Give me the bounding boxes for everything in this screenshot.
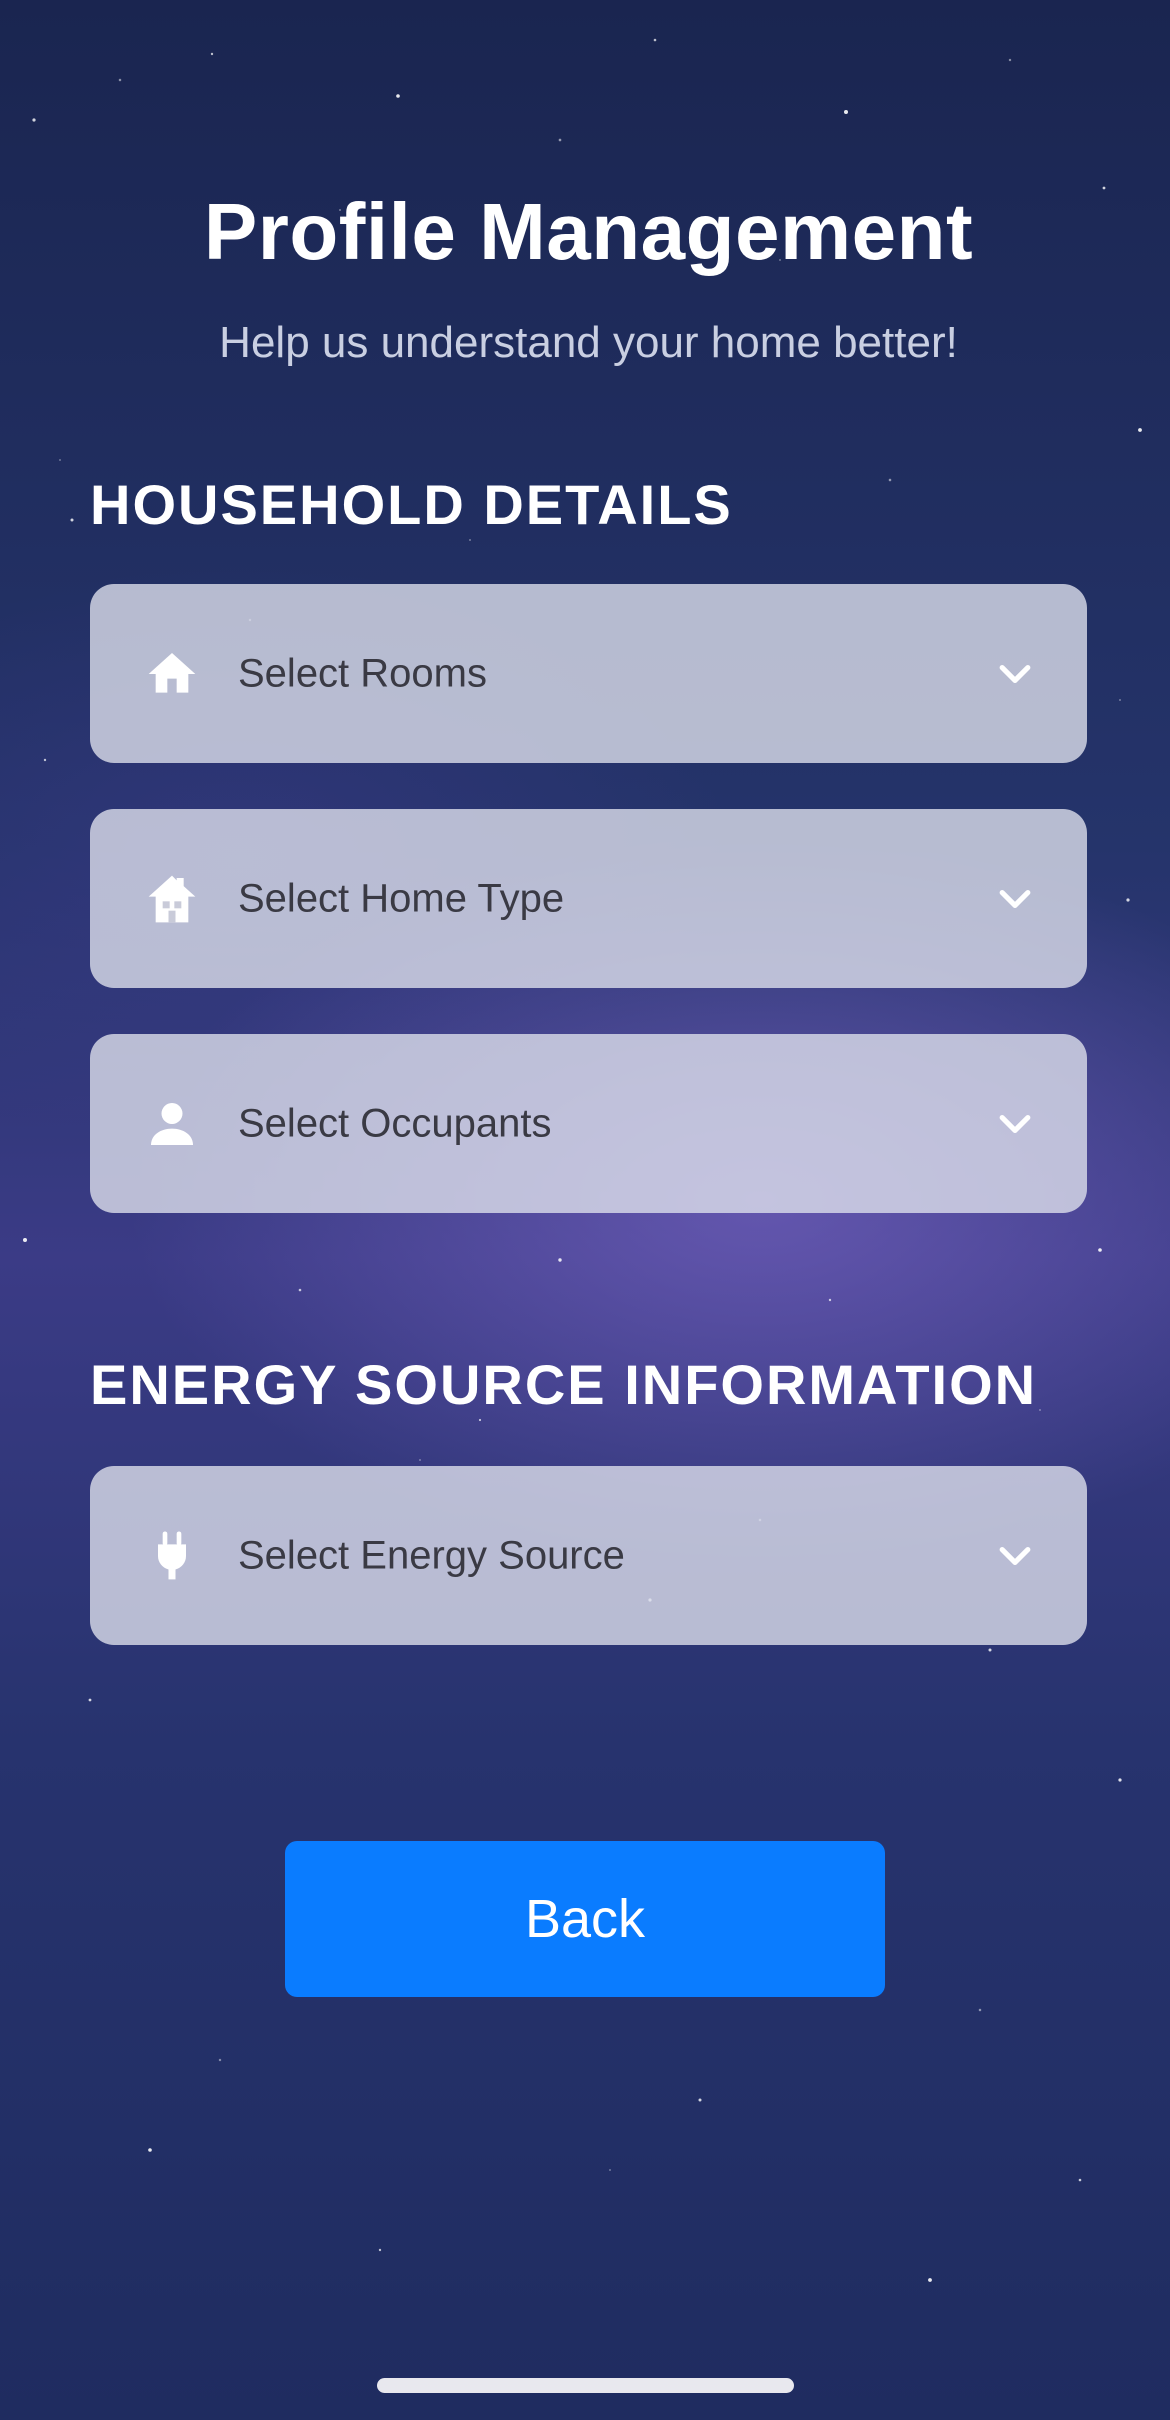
rooms-dropdown-label: Select Rooms bbox=[238, 651, 487, 695]
plug-icon bbox=[140, 1524, 204, 1588]
page-title: Profile Management bbox=[203, 187, 974, 276]
back-button[interactable]: Back bbox=[285, 1841, 885, 1997]
chevron-down-icon bbox=[999, 664, 1031, 683]
home-indicator[interactable] bbox=[377, 2378, 794, 2393]
household-details-heading: HOUSEHOLD DETAILS bbox=[90, 473, 733, 536]
chevron-down-icon bbox=[999, 1546, 1031, 1565]
energy-source-dropdown[interactable]: Select Energy Source bbox=[90, 1466, 1087, 1645]
chevron-down-icon bbox=[999, 1114, 1031, 1133]
home-icon bbox=[140, 642, 204, 706]
home-type-dropdown[interactable]: Select Home Type bbox=[90, 809, 1087, 988]
occupants-dropdown[interactable]: Select Occupants bbox=[90, 1034, 1087, 1213]
rooms-dropdown[interactable]: Select Rooms bbox=[90, 584, 1087, 763]
occupants-dropdown-label: Select Occupants bbox=[238, 1101, 552, 1145]
person-icon bbox=[140, 1092, 204, 1156]
energy-source-heading: ENERGY SOURCE INFORMATION bbox=[90, 1353, 1038, 1416]
energy-source-dropdown-label: Select Energy Source bbox=[238, 1533, 625, 1577]
page-subtitle: Help us understand your home better! bbox=[219, 318, 958, 367]
chevron-down-icon bbox=[999, 889, 1031, 908]
house-building-icon bbox=[140, 867, 204, 931]
home-type-dropdown-label: Select Home Type bbox=[238, 876, 565, 920]
